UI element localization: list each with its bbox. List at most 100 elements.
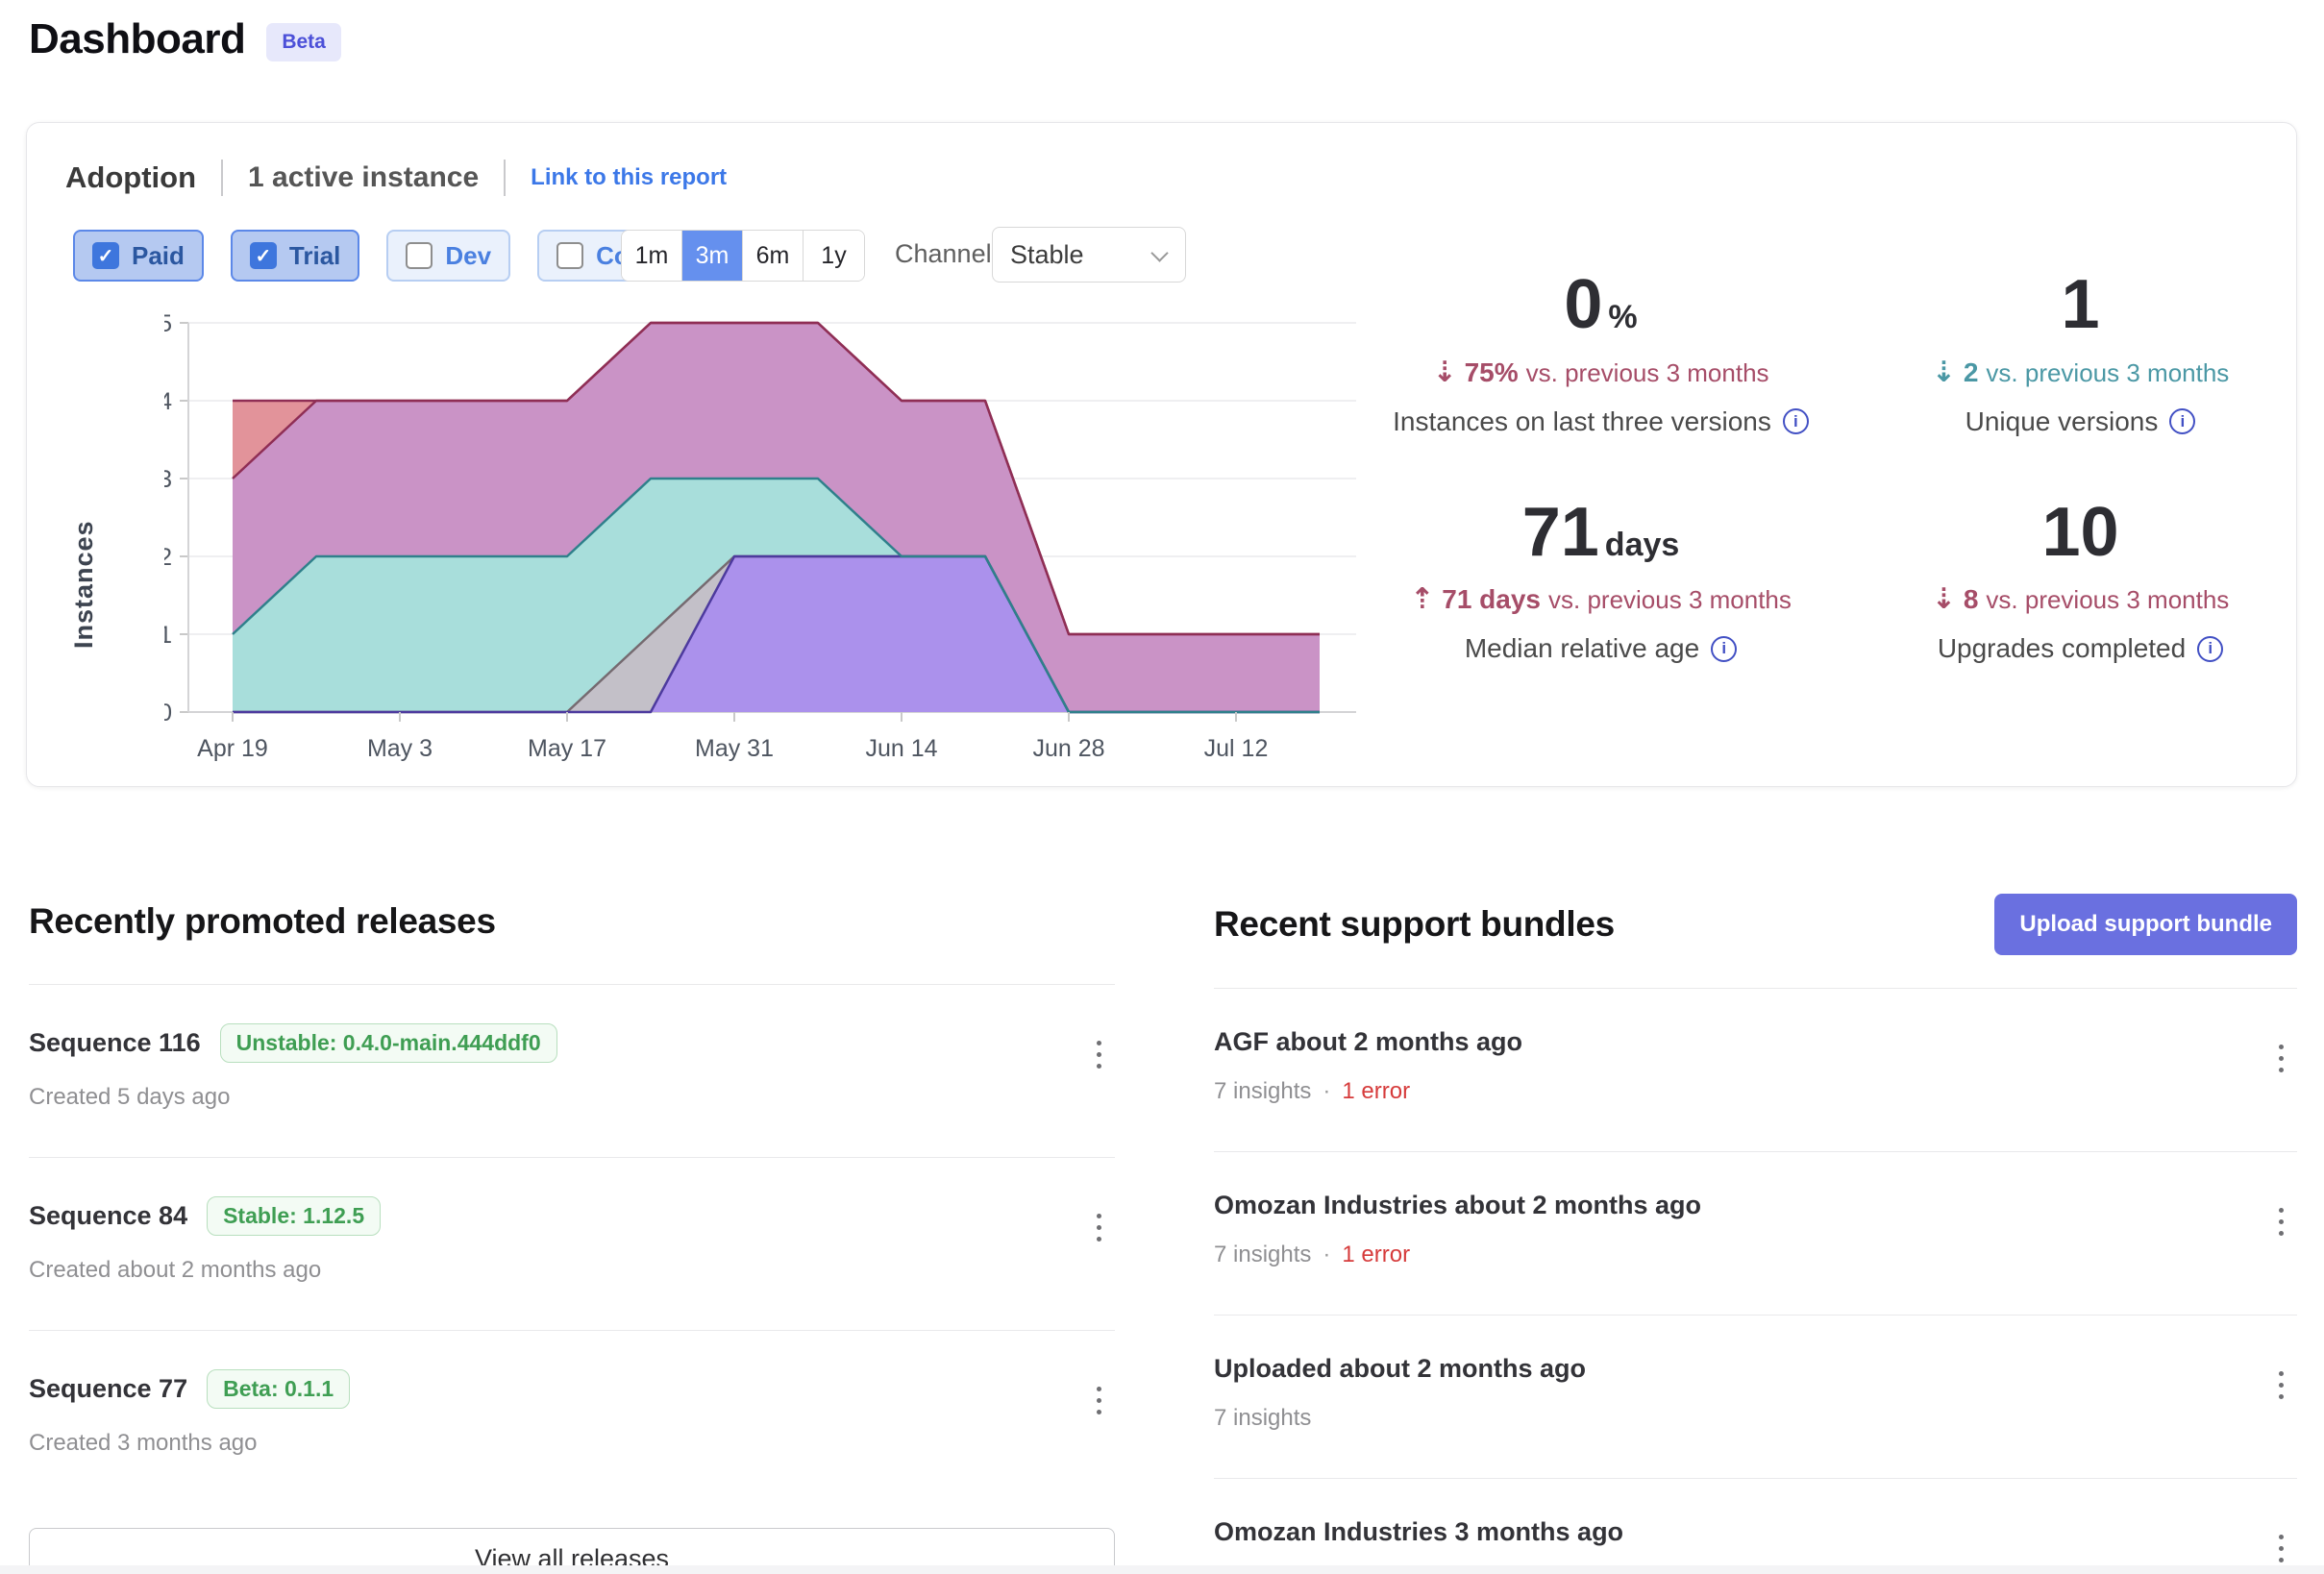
divider xyxy=(221,160,223,196)
kebab-menu-icon[interactable] xyxy=(1091,1381,1107,1420)
kebab-menu-icon[interactable] xyxy=(1091,1035,1107,1074)
stat-value: 1 xyxy=(1855,269,2306,342)
adoption-title: Adoption xyxy=(65,160,196,195)
stat-delta-value: 2 xyxy=(1964,357,1979,387)
arrow-down-icon: ⇣ xyxy=(1932,356,1956,389)
upload-support-bundle-button[interactable]: Upload support bundle xyxy=(1994,894,2297,955)
stat-delta-text: vs. previous 3 months xyxy=(1986,358,2229,387)
releases-heading: Recently promoted releases xyxy=(29,901,1115,942)
kebab-menu-icon[interactable] xyxy=(2273,1202,2289,1242)
release-created-text: Created about 2 months ago xyxy=(29,1257,1115,1284)
stat-label: Median relative age xyxy=(1375,633,1826,664)
support-bundle-title[interactable]: Omozan Industries 3 months ago xyxy=(1214,1517,2297,1547)
adoption-card: Adoption 1 active instance Link to this … xyxy=(26,122,2297,787)
time-range-1m[interactable]: 1m xyxy=(622,231,682,281)
dot-separator: · xyxy=(1323,1242,1330,1267)
checkbox-checked-icon[interactable] xyxy=(92,242,119,269)
release-title: Sequence 77 xyxy=(29,1374,187,1404)
adoption-card-header: Adoption 1 active instance Link to this … xyxy=(65,160,727,196)
stat-delta-value: 8 xyxy=(1964,584,1979,614)
stat-card: 1 ⇣ 2vs. previous 3 months Unique versions xyxy=(1855,269,2306,437)
stat-unit: % xyxy=(1608,299,1637,335)
adoption-stats: 0% ⇣75%vs. previous 3 months Instances on … xyxy=(1375,269,2306,664)
filter-chip-paid[interactable]: Paid xyxy=(73,230,204,282)
filter-chip-label: Trial xyxy=(289,241,340,271)
filter-chip-dev[interactable]: Dev xyxy=(386,230,510,282)
svg-text:May 3: May 3 xyxy=(367,735,433,762)
support-bundle-title[interactable]: AGF about 2 months ago xyxy=(1214,1027,2297,1057)
svg-text:2: 2 xyxy=(164,544,172,571)
svg-text:Jun 14: Jun 14 xyxy=(865,735,937,762)
support-bundle-title[interactable]: Uploaded about 2 months ago xyxy=(1214,1354,2297,1384)
releases-section: Recently promoted releases Sequence 116U… xyxy=(29,901,1115,1574)
release-version-badge: Beta: 0.1.1 xyxy=(207,1369,350,1409)
release-list-item: Sequence 116Unstable: 0.4.0-main.444ddf0… xyxy=(29,984,1115,1157)
stat-label-text: Median relative age xyxy=(1465,633,1699,664)
stat-delta-text: vs. previous 3 months xyxy=(1526,358,1769,387)
svg-text:4: 4 xyxy=(164,388,172,415)
filter-chip-trial[interactable]: Trial xyxy=(231,230,359,282)
kebab-menu-icon[interactable] xyxy=(2273,1039,2289,1078)
time-range-1y[interactable]: 1y xyxy=(804,231,864,281)
chart-y-axis-label: Instances xyxy=(69,450,99,719)
time-range-3m[interactable]: 3m xyxy=(682,231,743,281)
checkbox-unchecked-icon[interactable] xyxy=(406,242,433,269)
channel-value: Stable xyxy=(1010,240,1084,270)
page-bottom-strip xyxy=(0,1565,2324,1574)
checkbox-unchecked-icon[interactable] xyxy=(556,242,583,269)
stat-value: 0% xyxy=(1375,269,1826,342)
stat-value: 10 xyxy=(1855,497,2306,570)
support-bundles-heading: Recent support bundles xyxy=(1214,904,1615,945)
stat-label: Unique versions xyxy=(1855,406,2306,437)
arrow-down-icon: ⇣ xyxy=(1932,582,1956,616)
stat-card: 10⇣8vs. previous 3 monthsUpgrades comple… xyxy=(1855,497,2306,665)
adoption-chart[interactable]: 012345Apr 19May 3May 17May 31Jun 14Jun 2… xyxy=(164,307,1385,782)
beta-badge: Beta xyxy=(266,23,341,61)
svg-text:1: 1 xyxy=(164,622,172,649)
info-icon[interactable] xyxy=(1711,636,1737,662)
checkbox-checked-icon[interactable] xyxy=(250,242,277,269)
stat-label-text: Upgrades completed xyxy=(1938,633,2186,664)
kebab-menu-icon[interactable] xyxy=(1091,1208,1107,1247)
support-bundle-list-item: Omozan Industries 3 months ago7 insights… xyxy=(1214,1478,2297,1574)
arrow-down-icon: ⇣ xyxy=(1432,356,1456,389)
page-title-row: Dashboard Beta xyxy=(29,15,341,63)
info-icon[interactable] xyxy=(2169,408,2195,434)
insights-count: 7 insights xyxy=(1214,1078,1311,1104)
channel-select[interactable]: Stable xyxy=(992,227,1186,283)
kebab-menu-icon[interactable] xyxy=(2273,1529,2289,1568)
link-to-report[interactable]: Link to this report xyxy=(531,164,727,191)
info-icon[interactable] xyxy=(1783,408,1809,434)
time-range-6m[interactable]: 6m xyxy=(743,231,804,281)
svg-text:0: 0 xyxy=(164,700,172,726)
insights-count: 7 insights xyxy=(1214,1405,1311,1431)
info-icon[interactable] xyxy=(2197,636,2223,662)
stat-label: Upgrades completed xyxy=(1855,633,2306,664)
page-title: Dashboard xyxy=(29,15,245,63)
support-bundle-meta: 7 insights·1 error xyxy=(1214,1078,2297,1105)
kebab-menu-icon[interactable] xyxy=(2273,1365,2289,1405)
support-bundles-header: Recent support bundles Upload support bu… xyxy=(1214,894,2297,955)
stat-delta: ⇣ 2vs. previous 3 months xyxy=(1855,356,2306,389)
support-bundles-list: AGF about 2 months ago 7 insights · 1 error… xyxy=(1214,988,2297,1574)
release-list-item: Sequence 77Beta: 0.1.1Created 3 months a… xyxy=(29,1330,1115,1503)
error-count: 1 error xyxy=(1342,1242,1410,1267)
support-bundle-title[interactable]: Omozan Industries about 2 months ago xyxy=(1214,1191,2297,1220)
support-bundles-section: Recent support bundles Upload support bu… xyxy=(1214,894,2297,1574)
stat-delta: ⇡71 daysvs. previous 3 months xyxy=(1375,582,1826,616)
active-instance-count: 1 active instance xyxy=(248,161,479,194)
svg-text:3: 3 xyxy=(164,466,172,493)
stat-label-text: Instances on last three versions xyxy=(1393,406,1771,437)
release-version-badge: Unstable: 0.4.0-main.444ddf0 xyxy=(220,1023,557,1063)
dot-separator: · xyxy=(1323,1078,1330,1104)
stat-card: 0% ⇣75%vs. previous 3 months Instances on … xyxy=(1375,269,1826,437)
support-bundle-meta: 7 insights·1 error xyxy=(1214,1242,2297,1268)
stat-card: 71days⇡71 daysvs. previous 3 monthsMedia… xyxy=(1375,497,1826,665)
release-version-badge: Stable: 1.12.5 xyxy=(207,1196,381,1236)
support-bundle-meta: 7 insights xyxy=(1214,1405,2297,1432)
stat-label: Instances on last three versions xyxy=(1375,406,1826,437)
stat-delta-text: vs. previous 3 months xyxy=(1548,585,1792,614)
stat-delta: ⇣75%vs. previous 3 months xyxy=(1375,356,1826,389)
svg-text:May 31: May 31 xyxy=(695,735,774,762)
release-list-item: Sequence 84Stable: 1.12.5Created about 2… xyxy=(29,1157,1115,1330)
